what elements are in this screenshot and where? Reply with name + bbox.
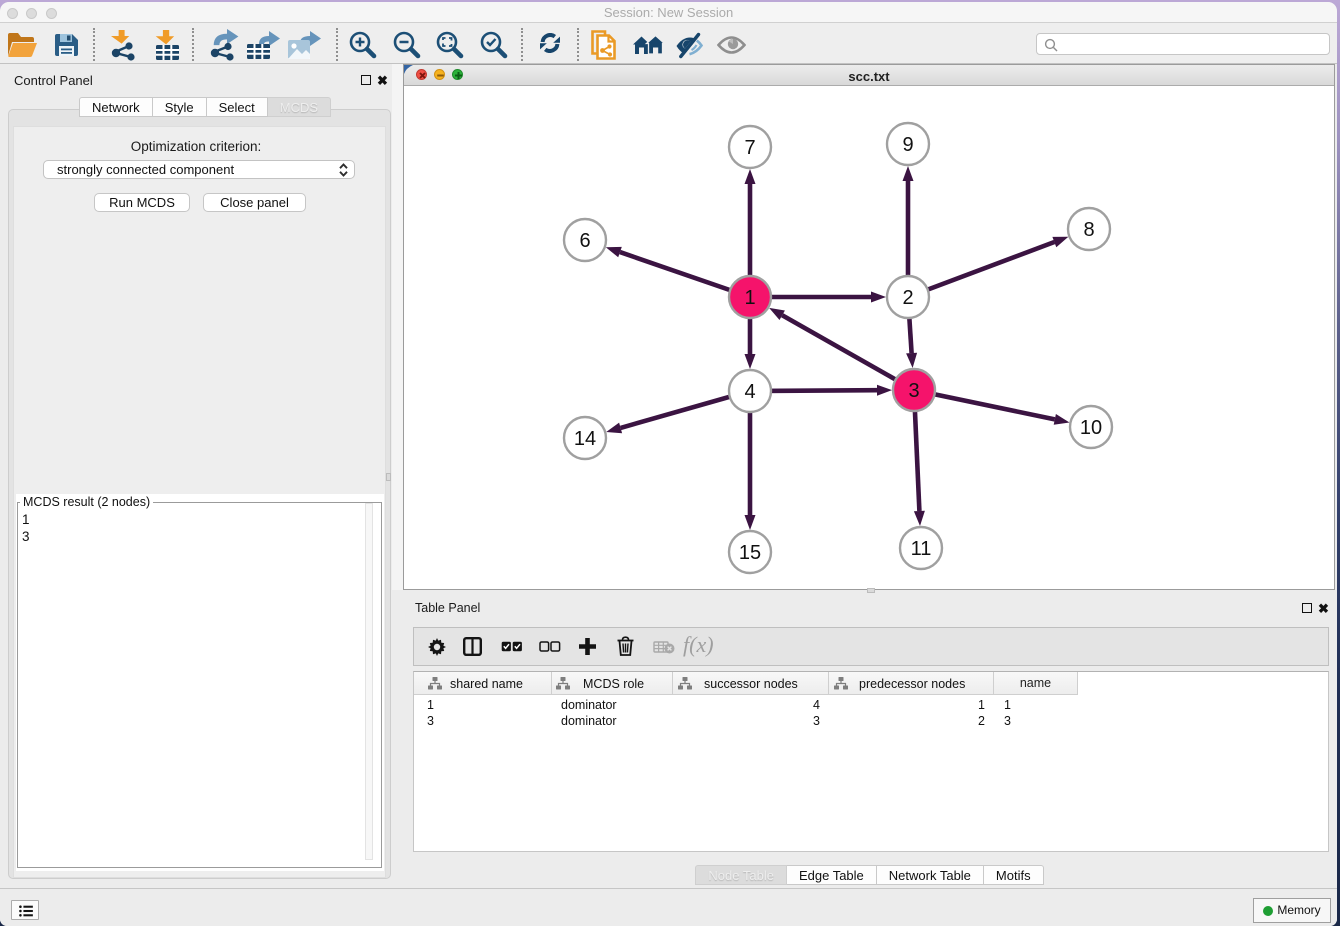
svg-text:4: 4 xyxy=(744,381,755,403)
svg-text:3: 3 xyxy=(908,380,919,402)
svg-text:7: 7 xyxy=(744,137,755,159)
svg-text:14: 14 xyxy=(574,428,596,450)
svg-text:10: 10 xyxy=(1080,417,1102,439)
svg-text:2: 2 xyxy=(902,287,913,309)
svg-text:1: 1 xyxy=(744,287,755,309)
svg-text:8: 8 xyxy=(1083,219,1094,241)
svg-text:9: 9 xyxy=(902,134,913,156)
svg-text:15: 15 xyxy=(739,542,761,564)
svg-text:6: 6 xyxy=(579,230,590,252)
svg-text:11: 11 xyxy=(911,538,932,560)
